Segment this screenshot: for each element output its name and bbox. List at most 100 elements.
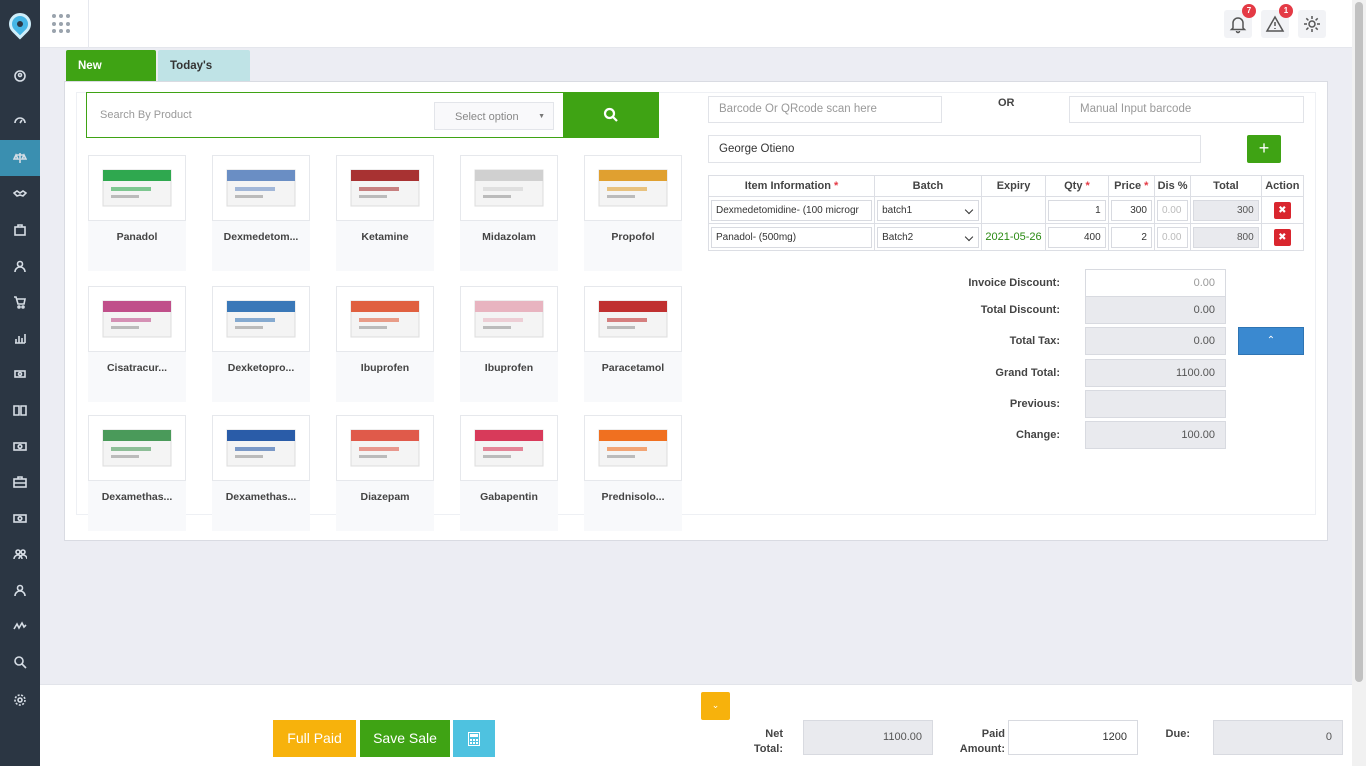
- cart-icon[interactable]: [0, 284, 40, 320]
- batch-select[interactable]: batch1: [877, 199, 979, 221]
- product-name: Propofol: [611, 231, 655, 243]
- chevron-down-toggle[interactable]: ⌄: [701, 692, 730, 720]
- discount-input[interactable]: 0.00: [1156, 226, 1189, 248]
- search-icon[interactable]: [0, 644, 40, 680]
- notification-count-badge: 7: [1242, 4, 1256, 18]
- save-sale-button[interactable]: Save Sale: [360, 720, 450, 757]
- notification-bell-icon[interactable]: 7: [1224, 4, 1256, 38]
- dashboard-icon[interactable]: [0, 102, 40, 138]
- product-name: Gabapentin: [480, 491, 538, 503]
- book-icon[interactable]: [0, 392, 40, 428]
- calculator-button[interactable]: [453, 720, 495, 757]
- row-total: 300: [1193, 199, 1259, 221]
- product-card[interactable]: Paracetamol: [584, 286, 682, 402]
- product-image[interactable]: [88, 415, 186, 481]
- product-card[interactable]: Ibuprofen: [460, 286, 558, 402]
- product-card[interactable]: Ketamine: [336, 155, 434, 271]
- product-image[interactable]: [460, 155, 558, 221]
- invoice-items-table: Item Information * Batch Expiry Qty * Pr…: [707, 175, 1305, 251]
- table-row: Dexmedetomidine- (100 microgr batch1 1 3…: [707, 196, 1305, 224]
- add-customer-button[interactable]: +: [1247, 135, 1281, 163]
- manual-barcode-input[interactable]: Manual Input barcode: [1069, 96, 1304, 123]
- stock-input[interactable]: 400: [1048, 226, 1106, 248]
- product-card[interactable]: Propofol: [584, 155, 682, 271]
- product-image[interactable]: [460, 415, 558, 481]
- product-name: Dexketopro...: [227, 362, 295, 374]
- paid-amount-input[interactable]: 1200: [1008, 720, 1138, 755]
- item-input[interactable]: Panadol- (500mg): [711, 226, 873, 248]
- category-select[interactable]: Select option ▼: [434, 102, 554, 130]
- product-card[interactable]: Midazolam: [460, 155, 558, 271]
- settings-icon[interactable]: [0, 682, 40, 718]
- product-image[interactable]: [212, 286, 310, 352]
- total-discount-label: Total Discount:: [980, 304, 1060, 316]
- product-name: Dexmedetom...: [223, 231, 299, 243]
- product-image[interactable]: [336, 415, 434, 481]
- product-card[interactable]: Cisatracur...: [88, 286, 186, 402]
- discount-input[interactable]: 0.00: [1156, 199, 1189, 221]
- product-card[interactable]: Dexmedetom...: [212, 155, 310, 271]
- search-button[interactable]: [563, 92, 659, 138]
- col-header-discount: Dis %: [1153, 175, 1192, 197]
- product-image[interactable]: [336, 286, 434, 352]
- product-name: Panadol: [116, 231, 158, 243]
- category-select-value: Select option: [455, 111, 519, 123]
- product-image[interactable]: [212, 415, 310, 481]
- report-icon[interactable]: [0, 320, 40, 356]
- return-icon[interactable]: [0, 356, 40, 392]
- purchase-icon[interactable]: [0, 212, 40, 248]
- product-card[interactable]: Panadol: [88, 155, 186, 271]
- delete-row-button[interactable]: ✖: [1273, 228, 1291, 246]
- product-card[interactable]: Gabapentin: [460, 415, 558, 531]
- user-icon[interactable]: [0, 572, 40, 608]
- qty-input[interactable]: 2: [1110, 226, 1152, 248]
- product-image[interactable]: [88, 155, 186, 221]
- signature-icon[interactable]: [0, 608, 40, 644]
- product-search-input[interactable]: Search By Product Select option ▼: [86, 92, 564, 138]
- product-card[interactable]: Diazepam: [336, 415, 434, 531]
- tab-new-invoice[interactable]: New Invoice: [66, 50, 156, 104]
- customer-name-input[interactable]: George Otieno: [708, 135, 1201, 163]
- price-input[interactable]: 300: [1110, 199, 1152, 221]
- product-card[interactable]: Ibuprofen: [336, 286, 434, 402]
- apps-grid-icon[interactable]: [52, 14, 72, 34]
- expiry-date: [980, 196, 1047, 224]
- handshake-icon[interactable]: [0, 176, 40, 212]
- qty-input[interactable]: 1: [1048, 199, 1106, 221]
- product-card[interactable]: Dexamethas...: [212, 415, 310, 531]
- expiry-date: 2021-05-26: [980, 223, 1047, 251]
- product-name: Ibuprofen: [360, 362, 410, 374]
- product-image[interactable]: [584, 286, 682, 352]
- barcode-scan-input[interactable]: Barcode Or QRcode scan here: [708, 96, 942, 123]
- change-label: Change:: [1016, 429, 1060, 441]
- item-input[interactable]: Dexmedetomidine- (100 microgr: [711, 199, 873, 221]
- grand-total-label: Grand Total:: [995, 367, 1060, 379]
- product-image[interactable]: [460, 286, 558, 352]
- page-scrollbar[interactable]: [1352, 0, 1366, 766]
- users-icon[interactable]: [0, 536, 40, 572]
- batch-select[interactable]: Batch2: [877, 226, 979, 248]
- product-card[interactable]: Dexketopro...: [212, 286, 310, 402]
- product-image[interactable]: [584, 415, 682, 481]
- tab-todays-sale[interactable]: Today's Sale: [158, 50, 250, 104]
- invoice-discount-input[interactable]: 0.00: [1085, 269, 1226, 297]
- product-image[interactable]: [336, 155, 434, 221]
- product-image[interactable]: [88, 286, 186, 352]
- location-icon[interactable]: [0, 58, 40, 94]
- product-card[interactable]: Dexamethas...: [88, 415, 186, 531]
- product-image[interactable]: [212, 155, 310, 221]
- customer-icon[interactable]: [0, 248, 40, 284]
- app-logo[interactable]: [0, 0, 40, 48]
- col-header-qty: Qty *: [1045, 175, 1109, 197]
- sidebar-item-sales[interactable]: [0, 140, 40, 176]
- chevron-up-button[interactable]: ⌃: [1238, 327, 1304, 355]
- gear-icon[interactable]: [1298, 10, 1326, 38]
- product-card[interactable]: Prednisolo...: [584, 415, 682, 531]
- money-icon[interactable]: [0, 428, 40, 464]
- product-image[interactable]: [584, 155, 682, 221]
- cash-icon[interactable]: [0, 500, 40, 536]
- warning-icon[interactable]: 1: [1261, 4, 1293, 38]
- delete-row-button[interactable]: ✖: [1273, 201, 1291, 219]
- briefcase-icon[interactable]: [0, 464, 40, 500]
- full-paid-button[interactable]: Full Paid: [273, 720, 356, 757]
